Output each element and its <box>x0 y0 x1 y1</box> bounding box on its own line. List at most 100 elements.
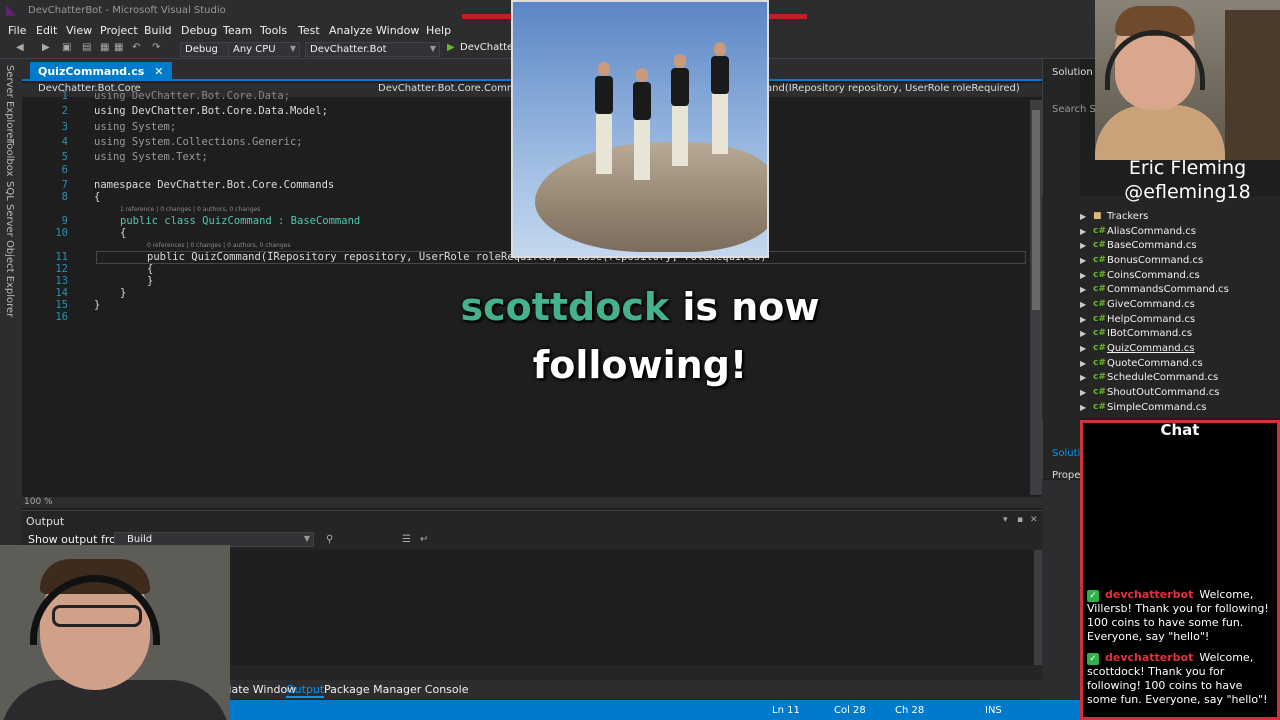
code-line-1[interactable]: using DevChatter.Bot.Core.Data; <box>94 90 290 105</box>
startup-project-select[interactable]: DevChatter.Bot ▼ <box>305 42 440 57</box>
start-debug-icon[interactable]: ▶ <box>447 42 455 53</box>
menu-team[interactable]: Team <box>223 24 252 37</box>
solution-file[interactable]: HelpCommand.cs <box>1107 314 1195 325</box>
back-icon[interactable]: ◀ <box>16 42 24 53</box>
code-line-3[interactable]: using System; <box>94 121 176 136</box>
menu-edit[interactable]: Edit <box>36 24 57 37</box>
chevron-right-icon[interactable]: ▶ <box>1080 300 1086 309</box>
chevron-right-icon[interactable]: ▶ <box>1080 315 1086 324</box>
chevron-right-icon[interactable]: ▶ <box>1080 227 1086 236</box>
sql-server-object-explorer-tab[interactable]: SQL Server Object Explorer <box>4 181 15 317</box>
forward-icon[interactable]: ▶ <box>42 42 50 53</box>
code-line-9[interactable]: public class QuizCommand : BaseCommand <box>120 215 360 230</box>
code-line-7[interactable]: namespace DevChatter.Bot.Core.Commands <box>94 179 334 194</box>
window-title: DevChatterBot - Microsoft Visual Studio <box>28 5 226 16</box>
tab-quizcommand[interactable]: QuizCommand.cs ✕ <box>30 62 172 81</box>
solution-file[interactable]: QuoteCommand.cs <box>1107 358 1203 369</box>
solution-search-input[interactable]: Search S <box>1052 104 1096 115</box>
nav-class-dropdown[interactable]: DevChatter.Bot.Core.Comman <box>378 83 529 94</box>
scrollbar-thumb[interactable] <box>1032 110 1040 310</box>
chevron-right-icon[interactable]: ▶ <box>1080 329 1086 338</box>
open-file-icon[interactable]: ▤ <box>82 42 91 53</box>
toolbox-tab[interactable]: Toolbox <box>4 139 15 177</box>
solution-file[interactable]: SimpleCommand.cs <box>1107 402 1206 413</box>
chevron-right-icon[interactable]: ▶ <box>1080 256 1086 265</box>
menu-debug[interactable]: Debug <box>181 24 217 37</box>
find-in-output-icon[interactable]: ⚲ <box>326 534 333 545</box>
output-scrollbar[interactable] <box>1034 550 1042 665</box>
menu-test[interactable]: Test <box>298 24 320 37</box>
editor-zoom-bar: 100 % <box>22 497 1042 508</box>
csharp-file-icon: c# <box>1093 387 1106 397</box>
solution-file[interactable]: ShoutOutCommand.cs <box>1107 387 1219 398</box>
chevron-right-icon[interactable]: ▶ <box>1080 285 1086 294</box>
chevron-right-icon[interactable]: ▶ <box>1080 271 1086 280</box>
solution-explorer-title[interactable]: Solution <box>1052 67 1093 78</box>
chat-title: Chat <box>1160 421 1200 439</box>
solution-file-selected[interactable]: QuizCommand.cs <box>1107 343 1195 354</box>
menu-window[interactable]: Window <box>376 24 419 37</box>
menu-view[interactable]: View <box>66 24 92 37</box>
solution-file[interactable]: GiveCommand.cs <box>1107 299 1195 310</box>
chevron-right-icon[interactable]: ▶ <box>1080 359 1086 368</box>
chevron-down-icon: ▼ <box>289 44 296 53</box>
solution-file[interactable]: BaseCommand.cs <box>1107 240 1197 251</box>
follower-alert-line2: following! <box>532 343 748 387</box>
csharp-file-icon: c# <box>1093 226 1106 236</box>
menu-project[interactable]: Project <box>100 24 138 37</box>
chevron-right-icon[interactable]: ▶ <box>1080 403 1086 412</box>
menu-analyze[interactable]: Analyze <box>329 24 372 37</box>
chat-username: devchatterbot <box>1105 588 1194 601</box>
clear-all-icon[interactable]: ☰ <box>402 534 411 545</box>
code-line-14[interactable]: } <box>120 287 126 302</box>
editor-scrollbar[interactable] <box>1030 100 1042 495</box>
chevron-right-icon[interactable]: ▶ <box>1080 241 1086 250</box>
menu-build[interactable]: Build <box>144 24 172 37</box>
zoom-level[interactable]: 100 % <box>24 497 53 507</box>
codelens-constructor[interactable]: 0 references | 0 changes | 0 authors, 0 … <box>147 242 290 249</box>
chevron-right-icon[interactable]: ▶ <box>1080 212 1086 221</box>
tab-output[interactable]: Output <box>286 683 325 698</box>
code-line-4[interactable]: using System.Collections.Generic; <box>94 136 303 151</box>
solution-folder-trackers[interactable]: Trackers <box>1107 211 1148 222</box>
server-explorer-tab[interactable]: Server Explorer <box>4 65 15 143</box>
new-project-icon[interactable]: ▣ <box>62 42 71 53</box>
line-number: 11 <box>55 251 68 263</box>
code-line-8[interactable]: { <box>94 191 100 206</box>
menu-help[interactable]: Help <box>426 24 451 37</box>
tab-package-manager-console[interactable]: Package Manager Console <box>324 683 468 696</box>
solution-file[interactable]: BonusCommand.cs <box>1107 255 1203 266</box>
chevron-right-icon[interactable]: ▶ <box>1080 344 1086 353</box>
menu-tools[interactable]: Tools <box>260 24 287 37</box>
undo-icon[interactable]: ↶ <box>132 42 140 53</box>
pin-icon[interactable]: ▪ <box>1017 515 1023 525</box>
save-icon[interactable]: ▦ <box>100 42 109 53</box>
word-wrap-icon[interactable]: ↵ <box>420 534 428 545</box>
menu-file[interactable]: File <box>8 24 26 37</box>
close-icon[interactable]: ✕ <box>1030 515 1038 525</box>
chevron-right-icon[interactable]: ▶ <box>1080 388 1086 397</box>
csharp-file-icon: c# <box>1093 328 1106 338</box>
code-line-10[interactable]: { <box>120 227 126 242</box>
nav-member-dropdown[interactable]: and(IRepository repository, UserRole rol… <box>766 83 1020 94</box>
solution-file[interactable]: CoinsCommand.cs <box>1107 270 1200 281</box>
code-line-13[interactable]: } <box>147 275 153 290</box>
code-line-5[interactable]: using System.Text; <box>94 151 208 166</box>
solution-file[interactable]: IBotCommand.cs <box>1107 328 1192 339</box>
line-number: 5 <box>61 151 68 163</box>
code-line-15[interactable]: } <box>94 299 100 314</box>
csharp-file-icon: c# <box>1093 314 1106 324</box>
codelens-class[interactable]: 1 reference | 0 changes | 0 authors, 0 c… <box>120 206 260 213</box>
solution-file[interactable]: CommandsCommand.cs <box>1107 284 1229 295</box>
platform-select[interactable]: Any CPU ▼ <box>228 42 300 57</box>
redo-icon[interactable]: ↷ <box>152 42 160 53</box>
dropdown-icon[interactable]: ▾ <box>1003 515 1008 525</box>
status-line: Ln 11 <box>772 705 800 716</box>
solution-file[interactable]: AliasCommand.cs <box>1107 226 1196 237</box>
chevron-right-icon[interactable]: ▶ <box>1080 373 1086 382</box>
solution-file[interactable]: ScheduleCommand.cs <box>1107 372 1218 383</box>
close-icon[interactable]: ✕ <box>154 65 163 78</box>
checkmark-icon: ✓ <box>1087 590 1099 602</box>
save-all-icon[interactable]: ▦ <box>114 42 123 53</box>
code-line-2[interactable]: using DevChatter.Bot.Core.Data.Model; <box>94 105 328 120</box>
